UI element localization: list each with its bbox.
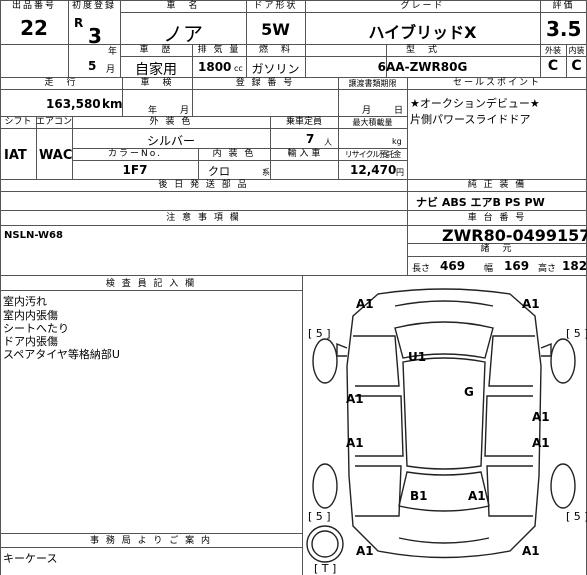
length-label: 長さ xyxy=(412,264,431,274)
displacement-unit: cc xyxy=(234,64,243,73)
dims-label: 諸 元 xyxy=(480,244,514,254)
recycle-unit: 円 xyxy=(396,168,404,177)
color-no-label: カラーNo. xyxy=(108,149,162,159)
import-label: 輸 入 車 xyxy=(287,149,321,159)
inspector-line-5: スペアタイヤ等格納部U xyxy=(3,348,120,361)
mileage-unit: km xyxy=(102,97,123,111)
shift: IAT xyxy=(4,148,27,163)
month-unit: 月 xyxy=(106,65,116,75)
damage-mark-front-left: A1 xyxy=(356,297,374,311)
capacity: 7 xyxy=(306,132,315,146)
inspection-month-unit: 月 xyxy=(180,106,190,116)
damage-mark-right-rear-door: A1 xyxy=(532,436,550,450)
interior-grade-label: 内装 xyxy=(568,46,585,55)
max-load-unit: kg xyxy=(392,137,402,146)
transfer-day-unit: 日 xyxy=(394,106,404,116)
tire-depth-front-right: [ 5 ] xyxy=(566,327,587,340)
tire-depth-front-left: [ 5 ] xyxy=(308,327,331,340)
reg-year: 3 xyxy=(88,24,102,48)
recycle-label: リサイクル預託金 xyxy=(344,150,402,159)
car-damage-diagram xyxy=(306,288,576,563)
capacity-label: 乗車定員 xyxy=(285,117,322,127)
inspector-label: 検 査 員 記 入 欄 xyxy=(105,279,197,289)
usage: 自家用 xyxy=(135,62,177,78)
damage-mark-left-front-door: A1 xyxy=(346,392,364,406)
displacement: 1800 xyxy=(198,60,232,74)
height-label: 高さ xyxy=(538,264,557,274)
int-color: クロ xyxy=(208,165,230,178)
model-code: 6AA-ZWR80G xyxy=(377,60,468,74)
fuel-label: 燃 料 xyxy=(258,45,292,55)
width-label: 幅 xyxy=(484,264,494,274)
transfer-month-unit: 月 xyxy=(362,106,372,116)
damage-mark-right-front-door: A1 xyxy=(532,410,550,424)
car-name: ノア xyxy=(163,22,203,46)
door-label: ドア形状 xyxy=(253,1,298,11)
sales-point-label: セールスポイント xyxy=(452,78,541,88)
chassis-label: 車 台 番 号 xyxy=(467,213,527,223)
fuel: ガソリン xyxy=(251,62,300,76)
damage-mark-glass: G xyxy=(464,385,474,399)
year-unit: 年 xyxy=(108,47,118,57)
score-label: 評価 xyxy=(552,1,575,11)
transfer-deadline-label: 譲渡書類期限 xyxy=(348,79,397,88)
inspection-label: 車 検 xyxy=(140,78,174,88)
tire-depth-rear-right: [ 5 ] xyxy=(566,510,587,523)
door-type: 5W xyxy=(261,20,290,39)
recycle-fee: 12,470 xyxy=(350,163,397,177)
width: 169 xyxy=(504,259,530,273)
interior-grade: C xyxy=(571,58,582,74)
equipment-label: 純 正 装 備 xyxy=(467,180,527,190)
ext-color-label: 外 装 色 xyxy=(149,117,193,127)
grade: ハイブリッドX xyxy=(368,23,477,42)
grade-label: グレード xyxy=(400,1,445,11)
max-load-label: 最大積載量 xyxy=(352,118,393,127)
exterior-grade: C xyxy=(547,58,559,74)
notes: NSLN-W68 xyxy=(4,230,63,241)
damage-mark-roof: U1 xyxy=(408,350,427,364)
tire-depth-rear-left: [ 5 ] xyxy=(308,510,331,523)
ac-label: エアコン xyxy=(36,117,73,127)
inspection-year-unit: 年 xyxy=(148,106,158,116)
equipment: ナビ ABS エアB PS PW xyxy=(416,196,545,209)
model-label: 型 式 xyxy=(405,45,439,55)
score: 3.5 xyxy=(546,17,582,41)
mileage: 163,580 xyxy=(46,97,101,111)
era: R xyxy=(74,16,84,30)
lot-number: 22 xyxy=(20,16,48,40)
spare-tire-mark: [ T ] xyxy=(314,562,337,575)
capacity-unit: 人 xyxy=(324,138,332,147)
height: 182 xyxy=(562,259,587,273)
damage-mark-front-right: A1 xyxy=(522,297,540,311)
mileage-label: 走 行 xyxy=(44,78,78,88)
later-parts-label: 後 日 発 送 部 品 xyxy=(158,180,249,190)
notes-label: 注 意 事 項 欄 xyxy=(166,213,241,223)
exterior-grade-label: 外装 xyxy=(545,46,561,55)
sales-point-2: 片側パワースライドドア xyxy=(410,113,531,126)
usage-label: 車 歴 xyxy=(139,45,173,55)
reg-number-label: 登 録 番 号 xyxy=(235,78,295,88)
ac: WAC xyxy=(39,148,73,163)
shift-label: シフト xyxy=(4,117,32,127)
damage-mark-left-rear-door: A1 xyxy=(346,436,364,450)
car-name-label: 車 名 xyxy=(166,1,200,11)
office-note: キーケース xyxy=(3,552,58,565)
chassis-number: ZWR80-0499157 xyxy=(442,226,587,245)
lot-label: 出品番号 xyxy=(11,1,56,11)
length: 469 xyxy=(440,259,466,273)
int-color-label: 内 装 色 xyxy=(212,149,256,159)
int-color-unit: 系 xyxy=(262,168,270,177)
office-label: 事 務 局 よ り ご 案 内 xyxy=(89,536,213,546)
color-no: 1F7 xyxy=(122,163,148,177)
ext-color: シルバー xyxy=(146,134,195,148)
displacement-label: 排 気 量 xyxy=(197,45,241,55)
first-reg-label: 初度登録 xyxy=(71,1,116,11)
damage-mark-rear-right: A1 xyxy=(522,544,540,558)
damage-mark-rear-glass: B1 xyxy=(410,489,428,503)
damage-mark-rear-left: A1 xyxy=(356,544,374,558)
reg-month: 5 xyxy=(88,59,97,73)
damage-mark-rear-hatch: A1 xyxy=(468,489,486,503)
sales-point-1: ★オークションデビュー★ xyxy=(410,97,540,110)
